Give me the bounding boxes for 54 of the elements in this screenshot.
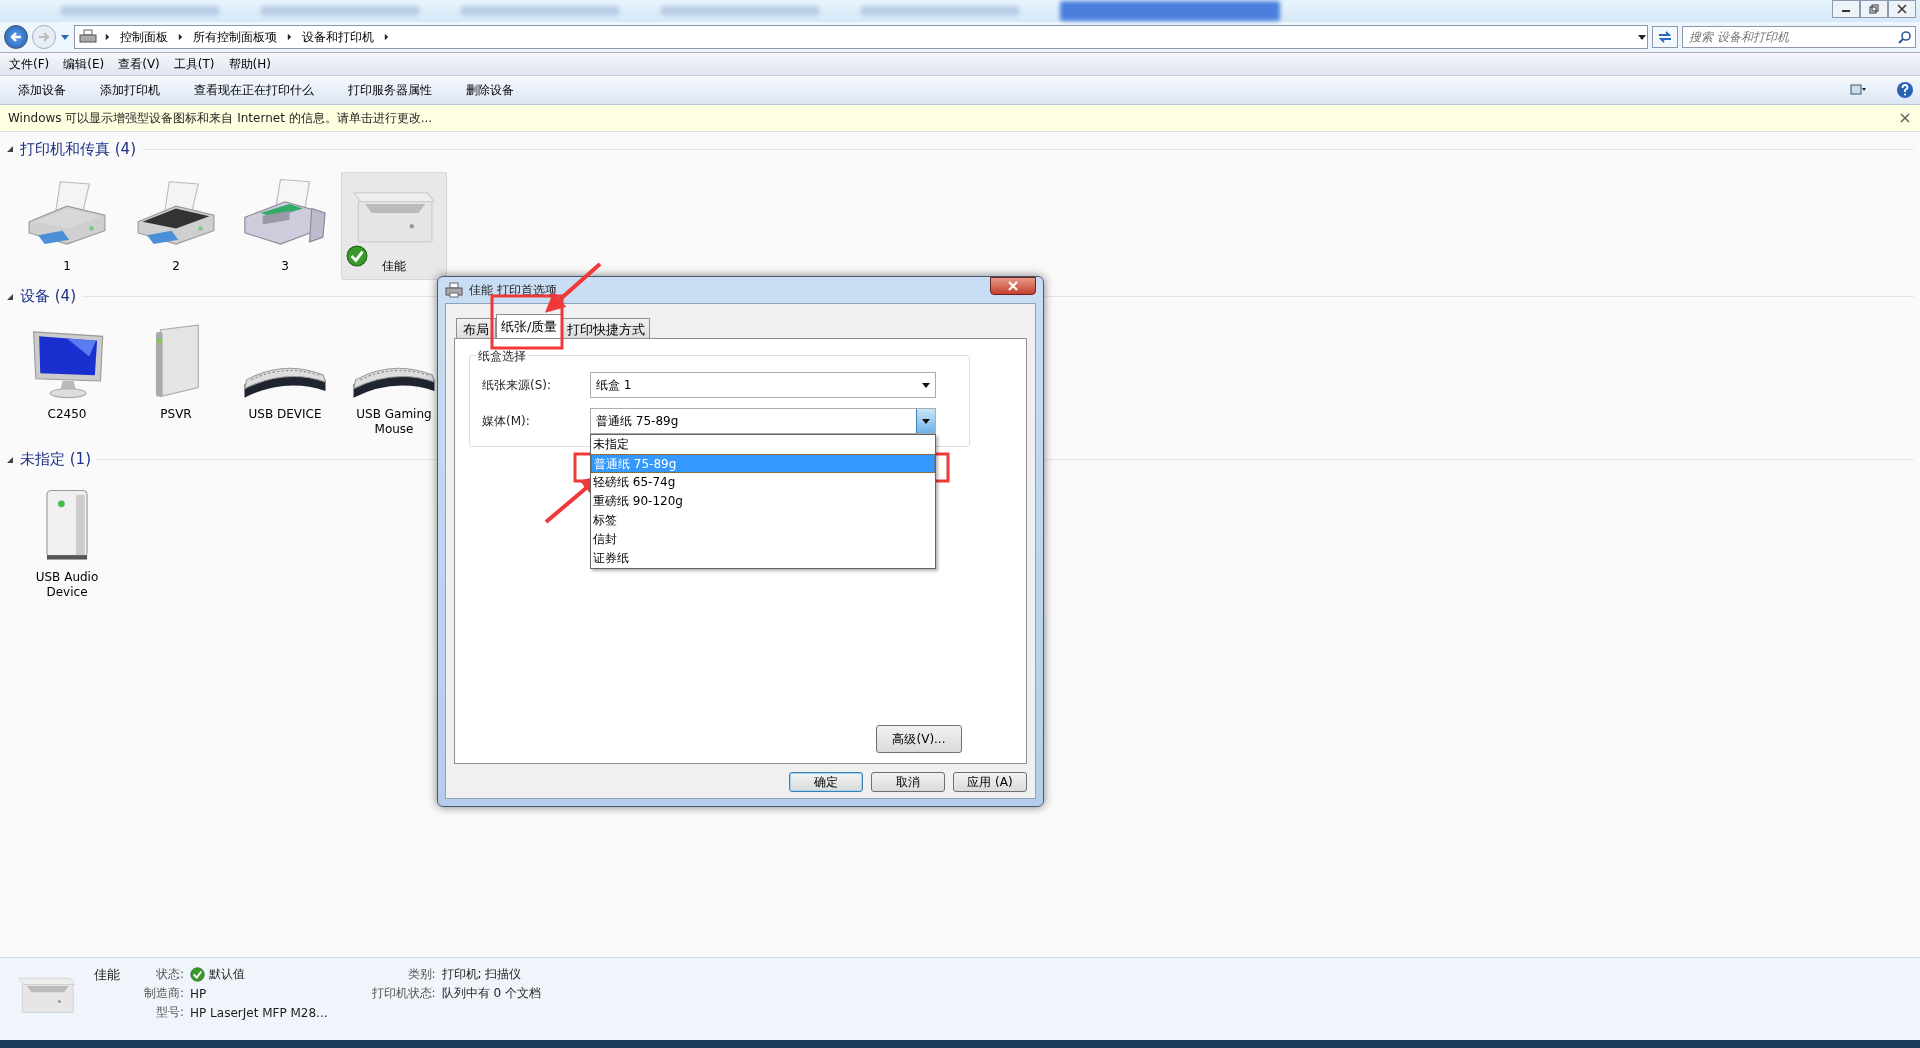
toolbar-button[interactable]: 添加打印机 <box>90 77 170 103</box>
dialog-button[interactable]: 确定 <box>789 772 863 792</box>
detail-label: 型号: <box>155 1004 185 1021</box>
detail-value: HP LaserJet MFP M28... <box>190 1005 328 1020</box>
detail-value: 队列中有 0 个文档 <box>441 985 541 1002</box>
dropdown-option[interactable]: 重磅纸 90-120g <box>591 492 935 511</box>
dropdown-option[interactable]: 证券纸 <box>591 549 935 568</box>
dropdown-option[interactable]: 未指定 <box>591 435 935 454</box>
group-heading[interactable]: 设备 (4) <box>20 287 76 307</box>
device-item[interactable]: 佳能 <box>341 172 447 280</box>
search-field[interactable]: 搜索 设备和打印机 <box>1682 26 1916 48</box>
toolbar-button[interactable]: 删除设备 <box>456 77 524 103</box>
address-field[interactable]: 控制面板 所有控制面板项 设备和打印机 <box>74 25 1648 49</box>
toolbar-button[interactable]: 打印服务器属性 <box>338 77 442 103</box>
dropdown-option[interactable]: 信封 <box>591 530 935 549</box>
dropdown[interactable]: 纸盒 1 <box>590 372 936 398</box>
detail-value: 打印机; 扫描仪 <box>441 966 523 983</box>
dropdown-option[interactable]: 标签 <box>591 511 935 530</box>
menu-item[interactable]: 查看(V) <box>113 53 165 75</box>
device-item[interactable]: 3 <box>232 172 338 280</box>
menu-item[interactable]: 工具(T) <box>168 53 220 75</box>
device-item[interactable]: C2450 <box>14 319 120 443</box>
group-box-label: 纸盒选择 <box>476 348 528 365</box>
breadcrumb[interactable]: 设备和打印机 <box>300 28 376 46</box>
breadcrumb[interactable]: 控制面板 <box>118 28 170 46</box>
device-item[interactable]: PSVR <box>123 319 229 443</box>
detail-label: 制造商: <box>144 985 185 1002</box>
tab[interactable]: 纸张/质量 <box>496 314 563 338</box>
device-item[interactable]: 1 <box>14 172 120 280</box>
tab[interactable]: 布局 <box>456 318 496 338</box>
tab[interactable]: 打印快捷方式 <box>562 318 651 338</box>
detail-value: HP <box>190 986 208 1001</box>
detail-label: 类别: <box>406 966 436 983</box>
menu-item[interactable]: 编辑(E) <box>58 53 110 75</box>
breadcrumb[interactable]: 所有控制面板项 <box>191 28 279 46</box>
detail-label: 打印机状态: <box>371 985 436 1002</box>
group-heading[interactable]: 打印机和传真 (4) <box>20 139 136 159</box>
group-heading[interactable]: 未指定 (1) <box>20 450 91 470</box>
device-item[interactable]: USB DEVICE <box>232 319 338 443</box>
menu-item[interactable]: 文件(F) <box>4 53 55 75</box>
device-item[interactable]: 2 <box>123 172 229 280</box>
toolbar-button[interactable]: 查看现在正在打印什么 <box>184 77 324 103</box>
field-label: 媒体(M): <box>482 412 531 430</box>
dropdown[interactable]: 普通纸 75-89g <box>590 408 936 434</box>
dialog-button[interactable]: 取消 <box>871 772 945 792</box>
detail-value: 默认值 <box>209 966 246 983</box>
detail-label: 状态: <box>155 966 185 983</box>
dialog-button[interactable]: 应用 (A) <box>953 772 1027 792</box>
device-name: 佳能 <box>94 966 120 984</box>
field-label: 纸张来源(S): <box>482 376 553 394</box>
toolbar-button[interactable]: 添加设备 <box>8 77 76 103</box>
advanced-button[interactable]: 高级(V)... <box>876 725 962 753</box>
device-item[interactable]: USB Audio Device <box>14 482 120 606</box>
menu-item[interactable]: 帮助(H) <box>223 53 276 75</box>
